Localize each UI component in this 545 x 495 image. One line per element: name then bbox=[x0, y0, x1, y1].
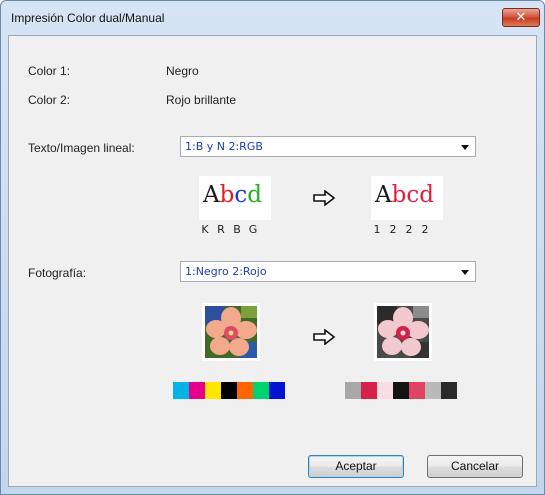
color-swatch bbox=[269, 382, 285, 399]
text-image-selected: 1:B y N 2:RGB bbox=[185, 140, 263, 153]
letter-after: b bbox=[391, 182, 407, 208]
photo-dropdown[interactable]: 1:Negro 2:Rojo bbox=[180, 261, 476, 282]
cancel-button[interactable]: Cancelar bbox=[427, 455, 523, 478]
color-swatch bbox=[361, 382, 377, 399]
title-bar[interactable]: Impresión Color dual/Manual ✕ bbox=[1, 1, 544, 35]
code-label: B bbox=[233, 223, 241, 236]
text-sample-before: Abcd bbox=[199, 176, 271, 220]
color-swatch bbox=[393, 382, 409, 399]
photo-sample-after bbox=[374, 303, 432, 361]
dialog-title: Impresión Color dual/Manual bbox=[11, 11, 165, 25]
code-label: K bbox=[201, 223, 209, 236]
dialog-body: Color 1: Negro Color 2: Rojo brillante T… bbox=[8, 35, 537, 487]
text-sample-before-letters: Abcd bbox=[203, 182, 262, 208]
color1-label: Color 1: bbox=[28, 64, 71, 78]
code-label: G bbox=[248, 223, 258, 236]
photo-selected: 1:Negro 2:Rojo bbox=[185, 265, 267, 278]
flower-color-image bbox=[205, 306, 257, 358]
chevron-down-icon bbox=[461, 145, 469, 150]
letter-before: d bbox=[247, 182, 262, 208]
text-sample-after-letters: Abcd bbox=[375, 182, 434, 208]
swatches-before bbox=[173, 382, 285, 399]
color-swatch bbox=[189, 382, 205, 399]
color-swatch bbox=[237, 382, 253, 399]
close-button[interactable]: ✕ bbox=[502, 8, 540, 27]
color-swatch bbox=[221, 382, 237, 399]
letter-before: b bbox=[219, 182, 235, 208]
code-label: 2 bbox=[421, 223, 429, 236]
text-sample-after: Abcd bbox=[371, 176, 443, 220]
flower-dual-color-image bbox=[377, 306, 429, 358]
photo-label: Fotografía: bbox=[28, 266, 87, 280]
color-swatch bbox=[409, 382, 425, 399]
color-swatch bbox=[425, 382, 441, 399]
text-codes-before: KRBG bbox=[197, 223, 261, 236]
color-swatch bbox=[345, 382, 361, 399]
text-image-dropdown[interactable]: 1:B y N 2:RGB bbox=[180, 136, 476, 157]
text-codes-after: 1222 bbox=[369, 223, 433, 236]
arrow-right-icon bbox=[313, 329, 335, 345]
color2-value: Rojo brillante bbox=[166, 93, 237, 107]
arrow-right-icon bbox=[313, 190, 335, 206]
color1-value: Negro bbox=[166, 64, 199, 78]
letter-before: A bbox=[203, 182, 220, 208]
color2-label: Color 2: bbox=[28, 93, 71, 107]
color-swatch bbox=[173, 382, 189, 399]
code-label: 1 bbox=[373, 223, 381, 236]
color-swatch bbox=[377, 382, 393, 399]
color-swatch bbox=[253, 382, 269, 399]
photo-sample-before bbox=[202, 303, 260, 361]
text-image-label: Texto/Imagen lineal: bbox=[28, 141, 135, 155]
color-swatch bbox=[441, 382, 457, 399]
accept-button[interactable]: Aceptar bbox=[308, 455, 404, 478]
letter-before: c bbox=[234, 182, 248, 208]
code-label: 2 bbox=[389, 223, 397, 236]
code-label: R bbox=[217, 223, 225, 236]
code-label: 2 bbox=[405, 223, 413, 236]
dialog-window: Impresión Color dual/Manual ✕ Color 1: N… bbox=[0, 0, 545, 495]
letter-after: A bbox=[375, 182, 392, 208]
letter-after: d bbox=[419, 182, 434, 208]
swatches-after bbox=[345, 382, 457, 399]
color-swatch bbox=[205, 382, 221, 399]
chevron-down-icon bbox=[461, 270, 469, 275]
letter-after: c bbox=[406, 182, 420, 208]
